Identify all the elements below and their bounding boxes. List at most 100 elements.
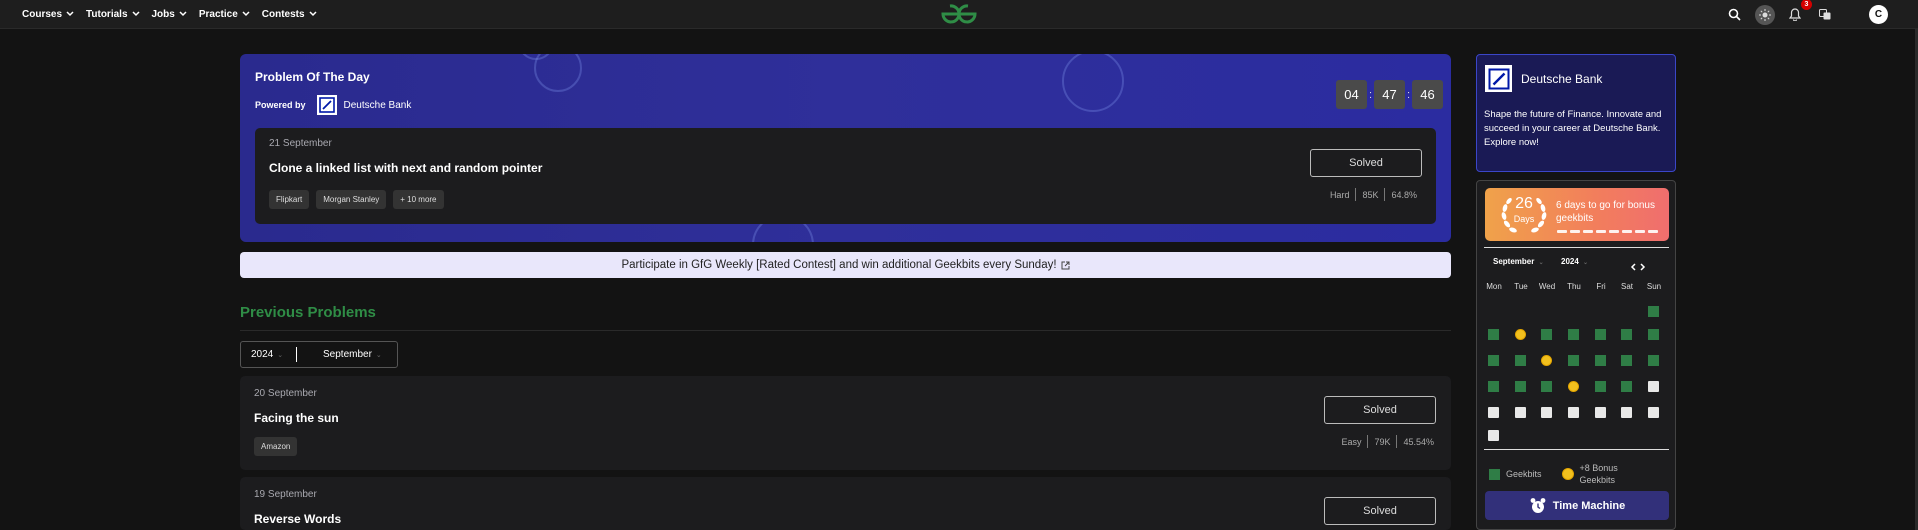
calendar-day-empty[interactable]	[1621, 407, 1632, 418]
calendar-day-solved[interactable]	[1648, 306, 1659, 317]
difficulty: Easy	[1341, 436, 1362, 447]
previous-problems-heading: Previous Problems	[240, 304, 376, 321]
streak-message: 6 days to go for bonus geekbits	[1556, 200, 1655, 224]
calendar-day-solved[interactable]	[1541, 381, 1552, 392]
problem-title[interactable]: Facing the sun	[254, 411, 339, 425]
problem-title[interactable]: Reverse Words	[254, 512, 341, 526]
streak-card: 26 Days 6 days to go for bonus geekbits	[1485, 188, 1669, 241]
nav-item-practice[interactable]: Practice	[199, 9, 250, 20]
calendar-day-empty[interactable]	[1541, 407, 1552, 418]
next-month-button[interactable]	[1640, 258, 1646, 276]
calendar-day-solved[interactable]	[1515, 381, 1526, 392]
deutsche-bank-logo-icon	[316, 95, 337, 115]
search-button[interactable]	[1724, 5, 1744, 25]
language-button[interactable]	[1815, 5, 1835, 25]
timer-separator: :	[1368, 88, 1373, 101]
calendar-day-bonus[interactable]	[1541, 355, 1552, 366]
powered-by-label: Powered by	[255, 100, 306, 110]
prev-month-button[interactable]	[1630, 258, 1636, 276]
calendar-day-solved[interactable]	[1595, 329, 1606, 340]
calendar-day-solved[interactable]	[1648, 355, 1659, 366]
translate-icon	[1819, 9, 1831, 20]
solved-button[interactable]: Solved	[1324, 497, 1436, 525]
calendar-legend: Geekbits +8 Bonus Geekbits	[1489, 462, 1632, 486]
calendar-day-solved[interactable]	[1568, 329, 1579, 340]
time-machine-label: Time Machine	[1552, 499, 1626, 512]
calendar-day-bonus[interactable]	[1515, 329, 1526, 340]
company-tag[interactable]: Flipkart	[269, 190, 310, 209]
progress-dash	[1635, 230, 1645, 233]
calendar-day-bonus[interactable]	[1568, 381, 1579, 392]
calendar-day-solved[interactable]	[1541, 329, 1552, 340]
caret-down-icon: ⌄	[277, 351, 284, 359]
calendar-day-solved[interactable]	[1648, 329, 1659, 340]
theme-toggle-button[interactable]	[1755, 4, 1775, 25]
calendar-day-empty[interactable]	[1488, 430, 1499, 441]
divider	[1384, 188, 1386, 201]
time-machine-button[interactable]: Time Machine	[1485, 491, 1669, 520]
calendar-day-solved[interactable]	[1488, 355, 1499, 366]
accuracy: 64.8%	[1391, 189, 1417, 200]
caret-down-icon: ⌄	[375, 351, 382, 359]
problem-title[interactable]: Clone a linked list with next and random…	[269, 161, 542, 175]
month-select[interactable]: September ⌄	[297, 342, 382, 367]
calendar-day-solved[interactable]	[1488, 329, 1499, 340]
decorative-circle	[534, 54, 582, 92]
calendar-day-empty[interactable]	[1595, 407, 1606, 418]
progress-dash	[1570, 230, 1580, 233]
calendar-day-empty[interactable]	[1648, 381, 1659, 392]
previous-problem-card[interactable]: 19 September Reverse Words Solved	[240, 477, 1451, 530]
gfg-logo[interactable]	[940, 3, 978, 30]
nav-item-jobs[interactable]: Jobs	[152, 9, 187, 20]
calendar-day-solved[interactable]	[1621, 381, 1632, 392]
weekly-contest-banner[interactable]: Participate in GfG Weekly [Rated Contest…	[240, 252, 1451, 278]
streak-count: 26	[1515, 195, 1533, 212]
solved-button[interactable]: Solved	[1310, 149, 1422, 177]
progress-dash	[1648, 230, 1658, 233]
divider	[1355, 188, 1357, 201]
calendar-day-solved[interactable]	[1595, 381, 1606, 392]
promo-header: Deutsche Bank	[1485, 65, 1602, 92]
deutsche-bank-promo[interactable]: Deutsche Bank Shape the future of Financ…	[1476, 54, 1676, 172]
timer-minutes: 47	[1374, 80, 1405, 109]
calendar-day-empty[interactable]	[1568, 407, 1579, 418]
user-avatar[interactable]: C	[1869, 5, 1888, 24]
nav-item-courses[interactable]: Courses	[22, 9, 74, 20]
company-tag[interactable]: Morgan Stanley	[316, 190, 387, 209]
calendar-day-empty[interactable]	[1488, 407, 1499, 418]
calendar-day-solved[interactable]	[1621, 329, 1632, 340]
divider	[1396, 435, 1398, 448]
calendar-day-solved[interactable]	[1621, 355, 1632, 366]
weekday-label: Thu	[1567, 282, 1581, 291]
nav-item-contests[interactable]: Contests	[262, 9, 317, 20]
calendar-day-solved[interactable]	[1488, 381, 1499, 392]
potd-problem-card[interactable]: 21 September Clone a linked list with ne…	[255, 128, 1436, 224]
nav-item-tutorials[interactable]: Tutorials	[86, 9, 140, 20]
weekday-label: Sun	[1646, 282, 1662, 291]
calendar-month[interactable]: September ⌄	[1493, 257, 1544, 266]
timer-separator: :	[1406, 88, 1411, 101]
calendar-day-empty[interactable]	[1515, 407, 1526, 418]
gfg-logo-icon	[941, 4, 977, 24]
streak-progress	[1557, 230, 1658, 233]
nav-item-label: Practice	[198, 8, 238, 20]
calendar-day-solved[interactable]	[1568, 355, 1579, 366]
calendar-year[interactable]: 2024 ⌄	[1561, 257, 1588, 266]
external-link-icon	[1061, 261, 1070, 269]
notifications-button[interactable]: 3	[1785, 0, 1812, 25]
previous-problem-card[interactable]: 20 September Facing the sun Amazon Solve…	[240, 376, 1451, 470]
chevron-down-icon	[131, 11, 140, 17]
calendar-day-solved[interactable]	[1515, 355, 1526, 366]
calendar-day-solved[interactable]	[1595, 355, 1606, 366]
problem-stats: Hard 85K 64.8%	[1330, 188, 1417, 201]
more-tags[interactable]: + 10 more	[393, 190, 444, 209]
problem-of-the-day-card: Problem Of The Day Powered by Deutsche B…	[240, 54, 1451, 242]
notification-count-badge: 3	[1801, 0, 1812, 10]
calendar-month-label: September	[1493, 257, 1535, 266]
divider	[240, 330, 1451, 331]
company-tag[interactable]: Amazon	[254, 437, 298, 456]
calendar-day-empty[interactable]	[1648, 407, 1659, 418]
year-select[interactable]: 2024 ⌄	[241, 342, 296, 367]
countdown-timer: 04 : 47 : 46	[1336, 80, 1443, 109]
solved-button[interactable]: Solved	[1324, 396, 1436, 424]
